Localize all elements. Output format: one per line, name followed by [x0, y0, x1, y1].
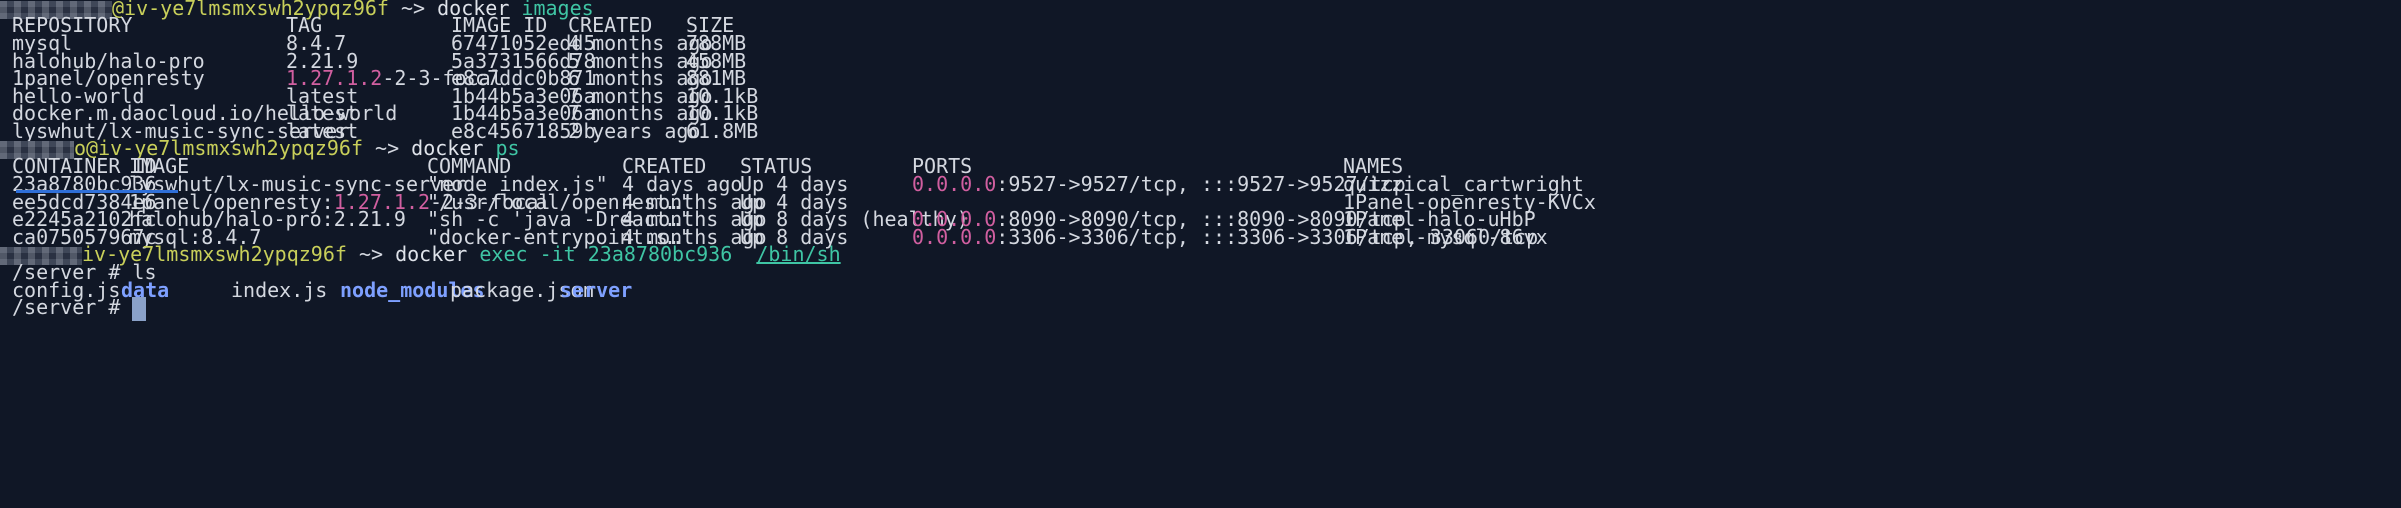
prompt-sep: ~>	[346, 242, 396, 266]
prompt-sep: ~>	[388, 0, 438, 20]
image-created: 2 years ago	[568, 119, 701, 143]
command-path-arg: /bin/sh	[756, 242, 841, 266]
container-ports: 0.0.0.0:9527->9527/tcp, :::9527->9527/tc…	[912, 171, 1406, 197]
directory-entry: server	[560, 278, 633, 302]
port-ip: 0.0.0.0	[912, 172, 997, 196]
file-entry: index.js	[231, 278, 328, 302]
terminal-window[interactable]: @iv-ye7lmsmxswh2ypqz96f ~> docker images…	[0, 0, 2401, 508]
container-name: 1Panel-mysql-86vx	[1343, 225, 1548, 249]
shell-prompt: /server #	[12, 295, 133, 319]
port-ip: 0.0.0.0	[912, 225, 997, 249]
command-name: docker	[395, 242, 468, 266]
image-size: 61.8MB	[686, 119, 759, 143]
selection-underline	[16, 190, 178, 193]
text-cursor[interactable]	[132, 296, 147, 321]
shell-line-current: /server #	[0, 294, 147, 321]
command-arg: exec -it 23a8780bc936	[479, 242, 733, 266]
prompt-host: @iv-ye7lmsmxswh2ypqz96f	[112, 0, 389, 20]
prompt-sep: ~>	[362, 136, 412, 160]
